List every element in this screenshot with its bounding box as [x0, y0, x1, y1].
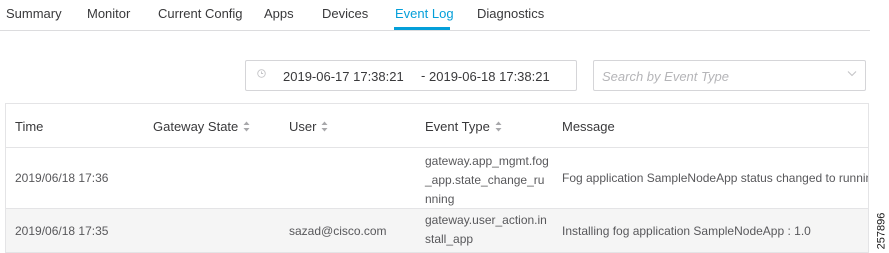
- sort-icon[interactable]: [243, 121, 250, 132]
- column-header-time: Time: [15, 119, 43, 134]
- clock-icon: [257, 69, 266, 78]
- cell-user: sazad@cisco.com: [289, 224, 387, 238]
- sort-icon[interactable]: [495, 121, 502, 132]
- tab-monitor[interactable]: Monitor: [87, 6, 130, 21]
- date-to[interactable]: 2019-06-18 17:38:21: [429, 69, 550, 84]
- tab-bar: Summary Monitor Current Config Apps Devi…: [0, 0, 870, 31]
- figure-id: 257896: [871, 212, 888, 250]
- column-label: Message: [562, 119, 615, 134]
- date-range-picker[interactable]: 2019-06-17 17:38:21 - 2019-06-18 17:38:2…: [245, 60, 577, 91]
- tab-event-log[interactable]: Event Log: [395, 6, 454, 21]
- table-row[interactable]: 2019/06/18 17:36 gateway.app_mgmt.fog_ap…: [6, 148, 868, 209]
- event-type-placeholder: Search by Event Type: [602, 69, 729, 84]
- column-label: Gateway State: [153, 119, 239, 134]
- tab-diagnostics[interactable]: Diagnostics: [477, 6, 544, 21]
- column-label: Time: [15, 119, 44, 134]
- tab-current-config[interactable]: Current Config: [158, 6, 243, 21]
- column-label: User: [289, 119, 317, 134]
- date-from[interactable]: 2019-06-17 17:38:21: [283, 69, 404, 84]
- table-header: Time Gateway State User Event Type Messa…: [6, 104, 868, 148]
- cell-time: 2019/06/18 17:36: [15, 171, 109, 185]
- active-tab-indicator: [394, 27, 450, 30]
- chevron-down-icon[interactable]: [847, 70, 857, 77]
- column-header-user[interactable]: User: [289, 119, 328, 134]
- tab-apps[interactable]: Apps: [264, 6, 294, 21]
- cell-message: Installing fog application SampleNodeApp…: [562, 224, 811, 238]
- date-separator: -: [421, 68, 426, 83]
- column-header-message: Message: [562, 119, 615, 134]
- column-header-event-type[interactable]: Event Type: [425, 119, 502, 134]
- cell-event-type: gateway.app_mgmt.fog_app.state_change_ru…: [425, 154, 549, 206]
- tab-summary[interactable]: Summary: [6, 6, 62, 21]
- column-header-gateway-state[interactable]: Gateway State: [153, 119, 250, 134]
- cell-message: Fog application SampleNodeApp status cha…: [562, 171, 869, 185]
- column-label: Event Type: [425, 119, 490, 134]
- sort-icon[interactable]: [321, 121, 328, 132]
- cell-event-type: gateway.user_action.install_app: [425, 213, 547, 246]
- event-type-search-select[interactable]: Search by Event Type: [593, 60, 866, 91]
- figure-id-text: 257896: [875, 212, 888, 250]
- event-log-table: Time Gateway State User Event Type Messa…: [5, 103, 869, 253]
- cell-time: 2019/06/18 17:35: [15, 224, 109, 238]
- tab-devices[interactable]: Devices: [322, 6, 368, 21]
- table-row[interactable]: 2019/06/18 17:35 sazad@cisco.com gateway…: [6, 209, 868, 252]
